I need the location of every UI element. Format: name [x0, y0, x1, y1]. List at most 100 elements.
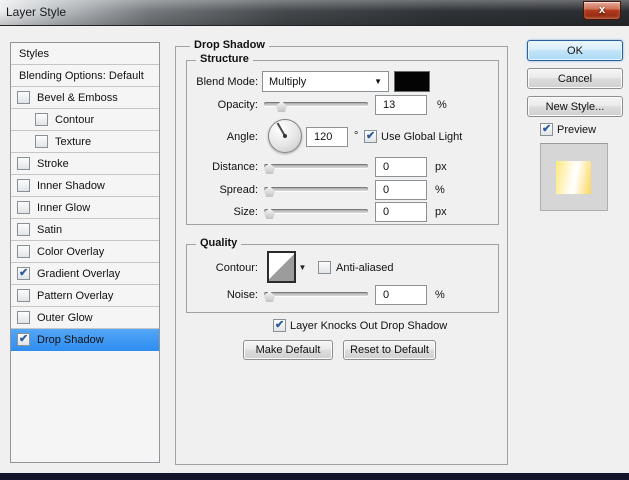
preview-thumbnail [540, 143, 608, 211]
angle-dial[interactable] [268, 119, 302, 153]
distance-label: Distance: [212, 161, 258, 173]
sidebar-item-drop-shadow[interactable]: Drop Shadow [11, 329, 159, 351]
preview-checkbox[interactable] [540, 122, 553, 136]
sidebar-item-label: Color Overlay [37, 245, 105, 258]
structure-group-title: Structure [196, 53, 253, 65]
slider-track [264, 164, 368, 168]
sidebar-item-color-overlay[interactable]: Color Overlay [11, 241, 159, 263]
sidebar-item-label: Inner Shadow [37, 179, 105, 192]
gradient-overlay-swatch [556, 161, 591, 194]
window-bottom-edge [0, 473, 629, 480]
use-global-light-label: Use Global Light [381, 131, 463, 143]
unchecked-checkbox[interactable] [17, 157, 30, 170]
sidebar-item-bevel-emboss[interactable]: Bevel & Emboss [11, 87, 159, 109]
layer-knocks-out-checkbox[interactable] [273, 318, 286, 332]
unchecked-checkbox[interactable] [17, 179, 30, 192]
unchecked-checkbox[interactable] [17, 91, 30, 104]
shadow-color-swatch[interactable] [394, 71, 430, 92]
contour-picker[interactable]: ▼ [267, 251, 311, 283]
angle-input[interactable] [306, 127, 348, 147]
make-default-label: Make Default [255, 344, 321, 356]
unchecked-checkbox[interactable] [17, 311, 30, 324]
sidebar-item-label: Drop Shadow [37, 333, 104, 346]
size-unit: px [435, 206, 447, 218]
cancel-button[interactable]: Cancel [527, 68, 623, 89]
checked-checkbox[interactable] [17, 266, 30, 280]
title-bar[interactable]: Layer Style x [0, 0, 629, 26]
sidebar-item-pattern-overlay[interactable]: Pattern Overlay [11, 285, 159, 307]
sidebar-item-label: Outer Glow [37, 311, 93, 324]
blend-mode-value: Multiply [269, 75, 307, 88]
new-style-button[interactable]: New Style... [527, 96, 623, 117]
ok-button[interactable]: OK [527, 40, 623, 61]
close-button[interactable]: x [583, 1, 621, 20]
sidebar-item-label: Pattern Overlay [37, 289, 114, 302]
close-icon: x [598, 4, 606, 16]
sidebar-item-blending-options-default[interactable]: Blending Options: Default [11, 65, 159, 87]
checked-checkbox[interactable] [17, 332, 30, 346]
sidebar-item-label: Inner Glow [37, 201, 91, 214]
noise-label: Noise: [226, 289, 258, 301]
unchecked-checkbox[interactable] [17, 245, 30, 258]
spread-label: Spread: [219, 184, 258, 196]
unchecked-checkbox[interactable] [17, 223, 30, 236]
styles-list: Styles Blending Options: Default Bevel & E… [10, 42, 160, 463]
chevron-down-icon[interactable]: ▼ [296, 251, 309, 283]
sidebar-item-stroke[interactable]: Stroke [11, 153, 159, 175]
reset-to-default-button[interactable]: Reset to Default [343, 340, 436, 360]
sidebar-item-inner-shadow[interactable]: Inner Shadow [11, 175, 159, 197]
sidebar-item-label: Blending Options: Default [19, 69, 144, 82]
blend-mode-dropdown[interactable]: Multiply ▼ [262, 71, 389, 92]
noise-input[interactable] [375, 285, 427, 305]
anti-aliased-checkbox[interactable] [318, 261, 331, 274]
angle-dial-center [283, 134, 287, 138]
new-style-label: New Style... [545, 100, 605, 113]
sidebar-item-label: Styles [19, 47, 49, 60]
sidebar-item-gradient-overlay[interactable]: Gradient Overlay [11, 263, 159, 285]
preview-label: Preview [557, 124, 597, 136]
layer-style-dialog: Layer Style x Styles Blending Options: De… [0, 0, 629, 480]
size-input[interactable] [375, 202, 427, 222]
slider-track [264, 292, 368, 296]
size-slider[interactable] [264, 206, 368, 220]
sidebar-item-contour[interactable]: Contour [11, 109, 159, 131]
sidebar-item-satin[interactable]: Satin [11, 219, 159, 241]
make-default-button[interactable]: Make Default [243, 340, 333, 360]
opacity-input[interactable] [375, 95, 427, 115]
sidebar-item-label: Stroke [37, 157, 69, 170]
distance-slider[interactable] [264, 161, 368, 175]
unchecked-checkbox[interactable] [17, 201, 30, 214]
opacity-label: Opacity: [217, 99, 258, 111]
blend-mode-label: Blend Mode: [196, 76, 258, 88]
noise-slider[interactable] [264, 289, 368, 303]
distance-unit: px [435, 161, 447, 173]
window-title: Layer Style [6, 5, 67, 19]
sidebar-item-outer-glow[interactable]: Outer Glow [11, 307, 159, 329]
unchecked-checkbox[interactable] [17, 289, 30, 302]
unchecked-checkbox[interactable] [35, 135, 48, 148]
angle-label: Angle: [226, 131, 258, 143]
sidebar-item-inner-glow[interactable]: Inner Glow [11, 197, 159, 219]
sidebar-item-styles[interactable]: Styles [11, 43, 159, 65]
opacity-unit: % [437, 99, 447, 111]
distance-input[interactable] [375, 157, 427, 177]
use-global-light-checkbox[interactable] [364, 129, 377, 143]
chevron-down-icon: ▼ [374, 77, 382, 86]
opacity-slider[interactable] [264, 99, 368, 113]
slider-track [264, 187, 368, 191]
size-label: Size: [233, 206, 258, 218]
unchecked-checkbox[interactable] [35, 113, 48, 126]
sidebar-item-texture[interactable]: Texture [11, 131, 159, 153]
anti-aliased-label: Anti-aliased [336, 262, 394, 274]
sidebar-item-label: Bevel & Emboss [37, 91, 118, 104]
contour-label: Contour: [215, 262, 258, 274]
angle-unit: ° [354, 130, 359, 142]
reset-to-default-label: Reset to Default [350, 344, 429, 356]
spread-input[interactable] [375, 180, 427, 200]
spread-unit: % [435, 184, 445, 196]
spread-slider[interactable] [264, 184, 368, 198]
noise-unit: % [435, 289, 445, 301]
sidebar-item-label: Gradient Overlay [37, 267, 121, 280]
sidebar-item-label: Texture [55, 135, 92, 148]
contour-thumbnail[interactable] [267, 251, 296, 283]
